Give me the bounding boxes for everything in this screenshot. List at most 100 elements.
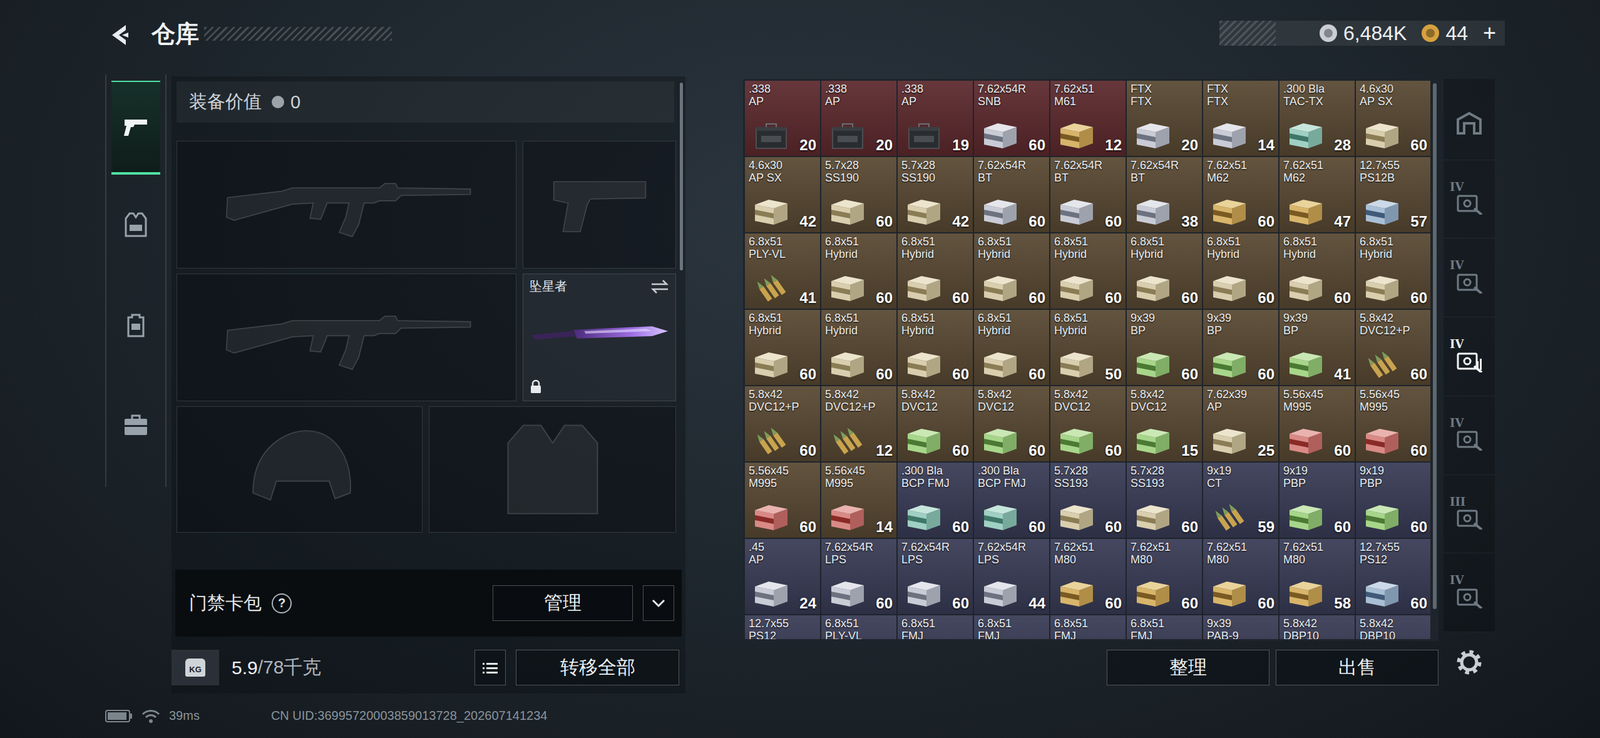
ammo-cell[interactable]: 6.8x51Hybrid60 <box>1279 233 1355 309</box>
ammo-cell[interactable]: 7.62x54RSNB60 <box>974 80 1050 156</box>
ammo-cell[interactable]: 7.62x54RLPS60 <box>897 538 973 615</box>
help-button[interactable]: ? <box>271 593 292 614</box>
ammo-cell[interactable]: 7.62x51M6112 <box>1050 80 1126 156</box>
add-currency-button[interactable]: + <box>1482 21 1497 45</box>
ammo-cell[interactable]: 6.8x51Hybrid60 <box>1203 233 1279 309</box>
ammo-cell[interactable]: 5.7x28SS19360 <box>1126 462 1202 538</box>
ammo-cell[interactable]: 7.62x54RLPS60 <box>821 538 897 615</box>
ammo-cell[interactable]: 7.62x54RBT38 <box>1126 157 1202 233</box>
ammo-cell[interactable]: 7.62x54RBT60 <box>1050 157 1126 233</box>
ammo-cell[interactable]: 6.8x51PLY-VL41 <box>744 233 821 309</box>
ammo-cell[interactable]: 6.8x51FMJ <box>974 615 1050 640</box>
equipment-slot[interactable] <box>176 273 517 402</box>
storage-tab[interactable]: IV <box>1443 553 1495 633</box>
ammo-cell[interactable]: 5.7x28SS19060 <box>821 157 897 233</box>
ammo-cell[interactable]: FTXFTX20 <box>1126 80 1202 156</box>
ammo-cell[interactable]: 5.56x45M99560 <box>1279 386 1355 462</box>
ammo-cell[interactable]: 5.8x42DBP10 <box>1279 615 1355 640</box>
ammo-cell[interactable]: 6.8x51Hybrid60 <box>974 233 1050 309</box>
ammo-cell[interactable]: 6.8x51Hybrid50 <box>1050 309 1126 385</box>
nav-item[interactable] <box>106 174 166 275</box>
ammo-cell[interactable]: 7.62x54RBT60 <box>974 157 1050 233</box>
transfer-all-button[interactable]: 转移全部 <box>515 649 680 686</box>
ammo-cell[interactable]: 4.6x30AP SX60 <box>1355 80 1431 156</box>
storage-tab[interactable]: IV <box>1443 396 1495 476</box>
ammo-cell[interactable]: 5.8x42DVC12+P12 <box>821 386 897 462</box>
ammo-cell[interactable]: 6.8x51Hybrid60 <box>744 309 821 385</box>
ammo-cell[interactable]: 6.8x51PLY-VL <box>821 615 897 640</box>
ammo-cell[interactable]: 9x39BP60 <box>1203 309 1279 385</box>
ammo-cell[interactable]: 7.62x51M8060 <box>1203 538 1279 615</box>
storage-button[interactable]: 出售 <box>1275 649 1439 686</box>
ammo-cell[interactable]: 6.8x51Hybrid60 <box>897 233 973 309</box>
equipment-slot[interactable] <box>428 406 677 533</box>
swap-icon[interactable] <box>650 279 670 295</box>
ammo-cell[interactable]: 7.62x51M6260 <box>1203 157 1279 233</box>
ammo-cell[interactable]: 7.62x51M8060 <box>1050 538 1126 615</box>
storage-tab[interactable]: IV <box>1443 238 1495 318</box>
ammo-cell[interactable]: 4.6x30AP SX42 <box>744 157 821 233</box>
ammo-cell[interactable]: 6.8x51Hybrid60 <box>1050 233 1126 309</box>
expand-button[interactable] <box>642 585 675 621</box>
ammo-cell[interactable]: 6.8x51Hybrid60 <box>1355 233 1431 309</box>
equipment-slot[interactable] <box>176 406 423 533</box>
back-button[interactable] <box>105 21 134 51</box>
nav-item[interactable] <box>106 374 166 476</box>
equipment-slot[interactable]: 坠星者 <box>522 273 677 402</box>
ammo-cell[interactable]: 5.8x42DVC1260 <box>897 386 973 462</box>
ammo-cell[interactable]: 12.7x55PS12B57 <box>1355 157 1431 233</box>
ammo-cell[interactable]: 5.8x42DVC12+P60 <box>1355 309 1431 385</box>
storage-tab[interactable]: IV <box>1443 317 1495 397</box>
ammo-cell[interactable]: 6.8x51Hybrid60 <box>821 309 897 385</box>
ammo-cell[interactable]: 6.8x51Hybrid60 <box>974 309 1050 385</box>
ammo-cell[interactable]: 6.8x51FMJ <box>1050 615 1126 640</box>
ammo-cell[interactable]: FTXFTX14 <box>1203 80 1279 156</box>
ammo-cell[interactable]: 12.7x55PS12 <box>744 615 821 640</box>
equipment-slot[interactable] <box>176 140 517 269</box>
ammo-cell[interactable]: 12.7x55PS1260 <box>1355 538 1431 615</box>
list-button[interactable] <box>474 649 506 686</box>
storage-button[interactable]: 整理 <box>1106 649 1270 686</box>
storage-tab[interactable] <box>1443 81 1495 161</box>
equipment-slot[interactable] <box>522 140 677 269</box>
ammo-cell[interactable]: .338AP19 <box>897 80 973 156</box>
ammo-cell[interactable]: 5.7x28SS19360 <box>1050 462 1126 538</box>
ammo-cell[interactable]: 5.56x45M99560 <box>744 462 821 538</box>
ammo-cell[interactable]: 7.62x51M8058 <box>1279 538 1355 615</box>
ammo-cell[interactable]: 6.8x51Hybrid60 <box>897 309 973 385</box>
ammo-cell[interactable]: 7.62x54RLPS44 <box>974 538 1050 615</box>
scrollbar[interactable] <box>679 82 683 271</box>
ammo-cell[interactable]: 6.8x51Hybrid60 <box>821 233 897 309</box>
scrollbar[interactable] <box>1432 80 1437 640</box>
nav-item[interactable] <box>111 80 161 175</box>
ammo-cell[interactable]: 9x19PBP60 <box>1279 462 1355 538</box>
scroll-thumb[interactable] <box>1432 83 1437 610</box>
ammo-cell[interactable]: 7.62x51M6247 <box>1279 157 1355 233</box>
ammo-cell[interactable]: 6.8x51FMJ <box>897 615 973 640</box>
gear-icon[interactable] <box>1454 647 1485 678</box>
manage-button[interactable]: 管理 <box>492 585 633 621</box>
ammo-cell[interactable]: .338AP20 <box>744 80 821 156</box>
ammo-cell[interactable]: 5.56x45M99514 <box>821 462 897 538</box>
ammo-cell[interactable]: .300 BlaTAC-TX28 <box>1279 80 1355 156</box>
ammo-cell[interactable]: 9x39PAB-9 <box>1203 615 1279 640</box>
ammo-cell[interactable]: 6.8x51Hybrid60 <box>1126 233 1202 309</box>
ammo-cell[interactable]: .300 BlaBCP FMJ60 <box>974 462 1050 538</box>
ammo-cell[interactable]: 5.8x42DVC12+P60 <box>744 386 821 462</box>
ammo-cell[interactable]: 9x19PBP60 <box>1355 462 1431 538</box>
ammo-cell[interactable]: 5.56x45M99560 <box>1355 386 1431 462</box>
ammo-cell[interactable]: 9x39BP60 <box>1126 309 1202 385</box>
ammo-cell[interactable]: 5.8x42DVC1260 <box>974 386 1050 462</box>
ammo-cell[interactable]: 6.8x51FMJ <box>1126 615 1202 640</box>
ammo-cell[interactable]: 9x19CT59 <box>1203 462 1279 538</box>
storage-tab[interactable]: IV <box>1443 160 1495 240</box>
nav-item[interactable] <box>106 274 166 375</box>
ammo-cell[interactable]: .300 BlaBCP FMJ60 <box>897 462 973 538</box>
ammo-cell[interactable]: 5.8x42DVC1215 <box>1126 386 1202 462</box>
ammo-cell[interactable]: 5.8x42DVC1260 <box>1050 386 1126 462</box>
ammo-cell[interactable]: 7.62x51M8060 <box>1126 538 1202 615</box>
ammo-cell[interactable]: 7.62x39AP25 <box>1203 386 1279 462</box>
ammo-cell[interactable]: 5.7x28SS19042 <box>897 157 973 233</box>
ammo-cell[interactable]: 5.8x42DBP10 <box>1355 615 1431 640</box>
ammo-cell[interactable]: .45AP24 <box>744 538 821 615</box>
